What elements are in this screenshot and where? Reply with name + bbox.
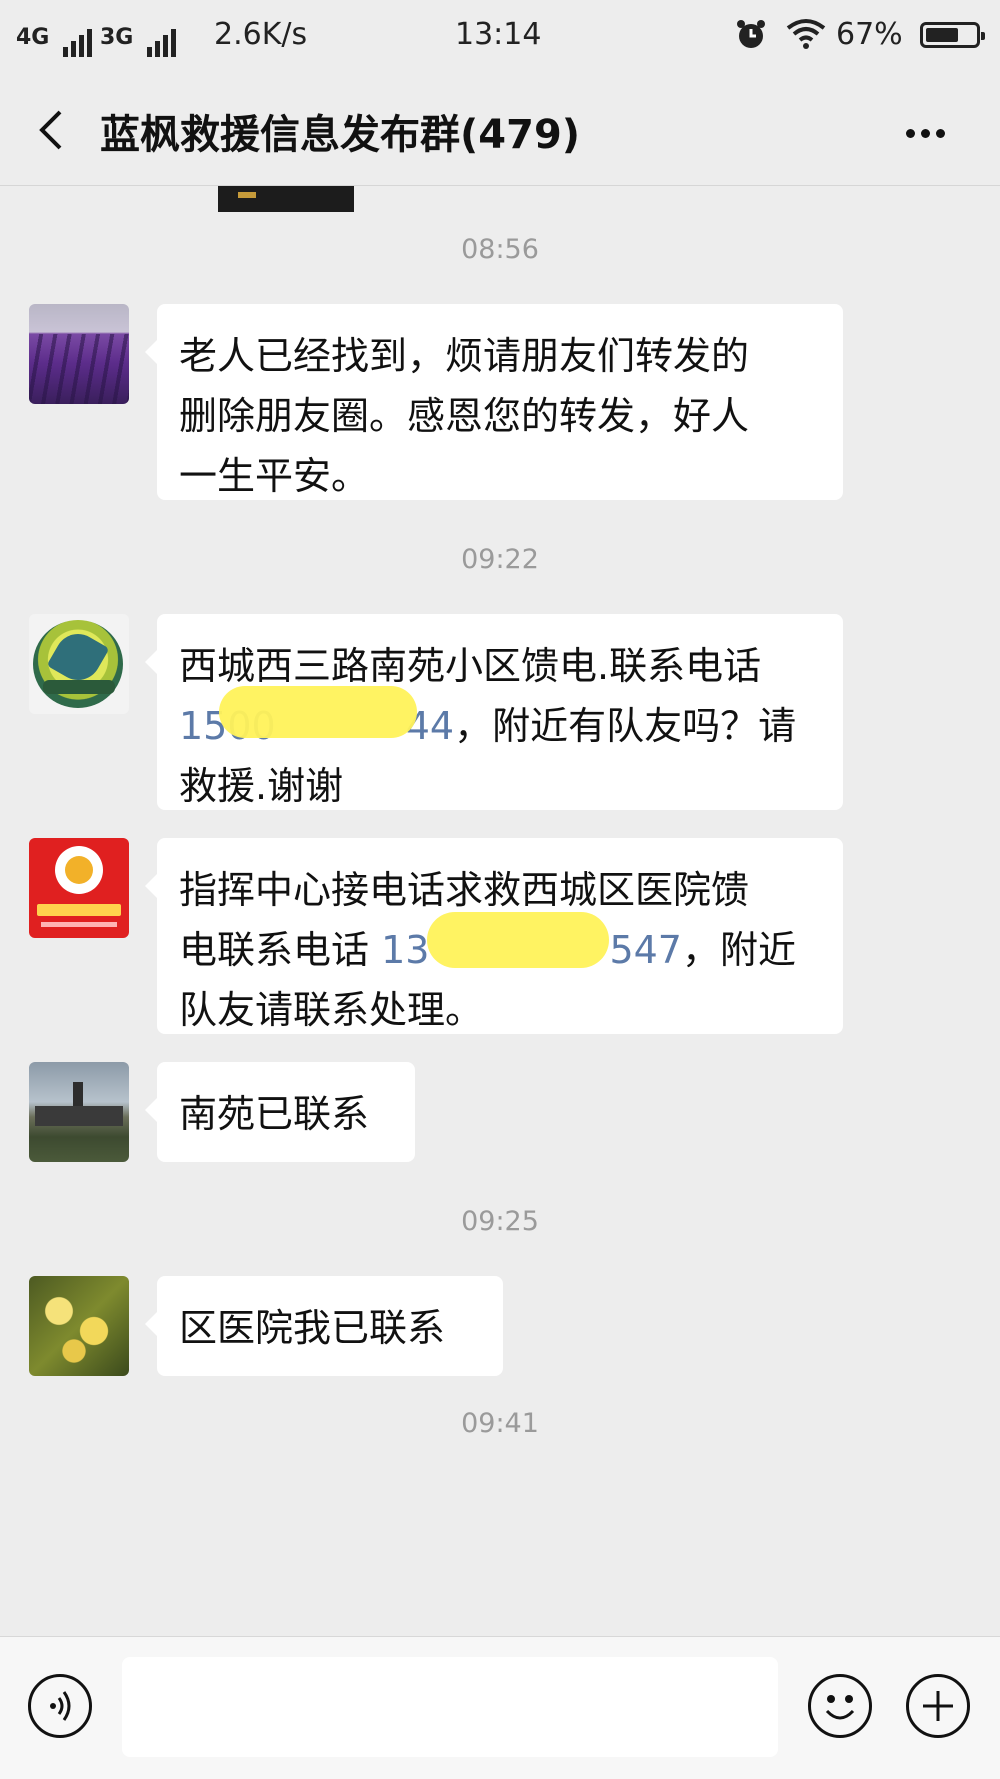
network-label-1: 4G [16, 25, 50, 50]
message-line: 删除朋友圈。感恩您的转发，好人 [179, 394, 750, 438]
message-bubble[interactable]: 区医院我已联系 [145, 1276, 503, 1376]
message-text: 南苑已联系 [179, 1092, 370, 1136]
message-bubble[interactable]: 西城西三路南苑小区馈电.联系电话 1500 44，附近有队友吗？请 救援.谢谢 [145, 614, 843, 810]
message-input[interactable] [122, 1657, 778, 1757]
message-text: ，附近有队友吗？请 [454, 704, 797, 748]
status-bar: 4G 3G 2.6K/s 13:14 67% [0, 0, 1000, 70]
message-line: 救援.谢谢 [179, 764, 344, 808]
avatar[interactable] [29, 614, 129, 714]
message-bubble[interactable]: 指挥中心接电话求救西城区医院馈 电联系电话 13 547，附近 队友请联系处理。 [145, 838, 843, 1034]
phone-link-end[interactable]: 547 [609, 928, 682, 972]
timestamp: 08:56 [461, 234, 539, 265]
signal-bars-icon [146, 19, 179, 57]
message-line: 老人已经找到，烦请朋友们转发的 [179, 334, 750, 378]
timestamp: 09:41 [461, 1408, 539, 1439]
message-text: 电联系电话 [179, 928, 382, 972]
message-bubble[interactable]: 老人已经找到，烦请朋友们转发的 删除朋友圈。感恩您的转发，好人 一生平安。 [145, 304, 843, 500]
redaction-mark [219, 686, 417, 738]
avatar[interactable] [29, 838, 129, 938]
network-label-2: 3G [100, 25, 134, 50]
signal-4g: 4G [16, 16, 95, 57]
clock: 13:14 [455, 17, 542, 52]
message-line: 指挥中心接电话求救西城区医院馈 [179, 868, 750, 912]
chevron-left-icon[interactable] [34, 110, 68, 150]
plus-icon[interactable] [906, 1674, 970, 1738]
message-line: 一生平安。 [179, 454, 370, 498]
phone-link[interactable]: 13 [381, 928, 429, 972]
more-dots-icon[interactable] [906, 123, 952, 138]
signal-3g: 3G [100, 16, 179, 57]
emoji-icon[interactable] [808, 1674, 872, 1738]
message-list[interactable]: 08:56 老人已经找到，烦请朋友们转发的 删除朋友圈。感恩您的转发，好人 一生… [0, 186, 1000, 1632]
battery-icon [920, 22, 985, 48]
battery-percent: 67% [836, 17, 903, 52]
voice-icon[interactable] [28, 1674, 92, 1738]
signal-bars-icon [62, 19, 95, 57]
message-text: 区医院我已联系 [179, 1306, 446, 1350]
network-speed: 2.6K/s [214, 17, 308, 52]
avatar[interactable] [29, 304, 129, 404]
message-bubble[interactable]: 南苑已联系 [145, 1062, 415, 1162]
avatar[interactable] [29, 1062, 129, 1162]
timestamp: 09:22 [461, 544, 539, 575]
redaction-mark [427, 912, 609, 968]
input-bar [0, 1636, 1000, 1779]
timestamp: 09:25 [461, 1206, 539, 1237]
chat-header: 蓝枫救援信息发布群(479) [0, 70, 1000, 186]
message-text: ，附近 [681, 928, 796, 972]
wifi-icon [786, 18, 826, 50]
avatar[interactable] [29, 1276, 129, 1376]
previous-image-message[interactable] [218, 186, 354, 212]
alarm-icon [736, 18, 766, 52]
message-line: 队友请联系处理。 [179, 988, 484, 1032]
chat-title: 蓝枫救援信息发布群(479) [100, 112, 581, 158]
